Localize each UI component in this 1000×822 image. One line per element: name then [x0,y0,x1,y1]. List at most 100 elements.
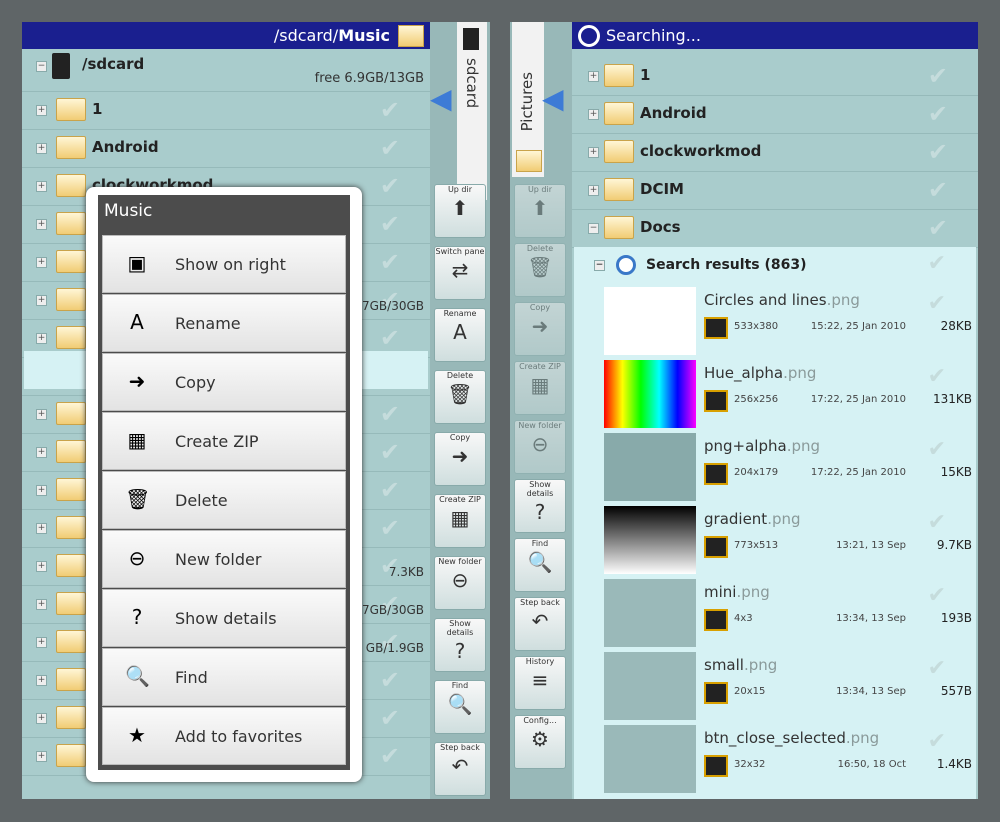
tool-button[interactable]: Up dir ⬆ [514,184,566,238]
expand-icon[interactable]: + [36,675,47,686]
expand-icon[interactable]: + [36,143,47,154]
expand-icon[interactable]: + [36,485,47,496]
check-icon[interactable]: ✔ [380,172,400,200]
result-row[interactable]: png+alpha.png 204x179 17:22, 25 Jan 2010 15… [574,431,976,503]
check-icon[interactable]: ✔ [928,62,948,90]
tool-button[interactable]: Delete 🗑 [514,243,566,297]
expand-icon[interactable]: + [588,185,599,196]
tool-button[interactable]: Create ZIP ▦ [514,361,566,415]
check-icon[interactable]: ✔ [928,364,946,389]
check-icon[interactable]: ✔ [928,251,946,276]
pictures-tab[interactable]: Pictures [512,22,544,177]
expand-icon[interactable]: + [36,181,47,192]
tool-button[interactable]: Delete 🗑 [434,370,486,424]
tool-button[interactable]: Find 🔍 [514,538,566,592]
check-icon[interactable]: ✔ [928,583,946,608]
check-icon[interactable]: ✔ [380,666,400,694]
menu-item[interactable]: ➜ Copy [102,353,346,411]
expand-icon[interactable]: + [36,599,47,610]
tool-button[interactable]: History ≡ [514,656,566,710]
result-row[interactable]: Hue_alpha.png 256x256 17:22, 25 Jan 2010 13… [574,358,976,430]
menu-item[interactable]: 🔍 Find [102,648,346,706]
tree-row[interactable]: +1 ✔ [572,57,978,96]
menu-item[interactable]: A Rename [102,294,346,352]
expand-icon[interactable]: − [588,223,599,234]
result-row[interactable]: gradient.png 773x513 13:21, 13 Sep 9.7KB ✔ [574,504,976,576]
sdcard-tab[interactable]: sdcard [457,22,487,200]
arrow-left-icon[interactable]: ◀ [430,82,452,115]
expand-icon[interactable]: + [36,333,47,344]
tree-row[interactable]: + DCIM ✔ [572,171,978,210]
check-icon[interactable]: ✔ [928,138,948,166]
expand-icon[interactable]: + [36,447,47,458]
check-icon[interactable]: ✔ [928,437,946,462]
tool-button[interactable]: Step back ↶ [434,742,486,796]
tool-button[interactable]: Step back ↶ [514,597,566,651]
check-icon[interactable]: ✔ [380,324,400,352]
tool-button[interactable]: Show details? [434,618,486,672]
search-results-header[interactable]: − Search results (863) ✔ [574,247,976,285]
folder-icon [56,630,86,653]
tool-button[interactable]: Switch pane ⇄ [434,246,486,300]
expand-icon[interactable]: + [588,147,599,158]
menu-item[interactable]: ? Show details [102,589,346,647]
menu-item[interactable]: ▣ Show on right [102,235,346,293]
menu-item[interactable]: ★ Add to favorites [102,707,346,765]
expand-icon[interactable]: + [36,105,47,116]
tool-button[interactable]: Config... ⚙ [514,715,566,769]
tree-row[interactable]: − Docs ✔ [572,209,978,248]
tool-button[interactable]: Copy ➜ [434,432,486,486]
expand-icon[interactable]: + [36,523,47,534]
check-icon[interactable]: ✔ [380,134,400,162]
expand-icon[interactable]: + [588,109,599,120]
check-icon[interactable]: ✔ [380,438,400,466]
check-icon[interactable]: ✔ [928,510,946,535]
tool-button[interactable]: Copy ➜ [514,302,566,356]
tool-button[interactable]: New folder ⊖ [434,556,486,610]
menu-item[interactable]: 🗑 Delete [102,471,346,529]
result-row[interactable]: mini.png 4x3 13:34, 13 Sep 193B ✔ [574,577,976,649]
check-icon[interactable]: ✔ [928,176,948,204]
check-icon[interactable]: ✔ [380,248,400,276]
collapse-icon[interactable]: − [594,260,605,271]
expand-icon[interactable]: + [588,71,599,82]
arrow-left-icon[interactable]: ◀ [542,82,564,115]
menu-item[interactable]: ⊖ New folder [102,530,346,588]
tool-button[interactable]: New folder ⊖ [514,420,566,474]
expand-icon[interactable]: + [36,219,47,230]
tool-button[interactable]: Up dir ⬆ [434,184,486,238]
check-icon[interactable]: ✔ [380,704,400,732]
result-row[interactable]: btn_close_selected.png 32x32 16:50, 18 Oct… [574,723,976,795]
tool-button[interactable]: Show details? [514,479,566,533]
check-icon[interactable]: ✔ [928,100,948,128]
tool-button[interactable]: Rename A [434,308,486,362]
check-icon[interactable]: ✔ [380,96,400,124]
tree-row[interactable]: + clockworkmod ✔ [572,133,978,172]
expand-icon[interactable]: + [36,561,47,572]
expand-icon[interactable]: + [36,295,47,306]
expand-icon[interactable]: + [36,637,47,648]
check-icon[interactable]: ✔ [380,514,400,542]
expand-icon[interactable]: + [36,409,47,420]
check-icon[interactable]: ✔ [928,291,946,316]
root-row[interactable]: − /sdcard free 6.9GB/13GB [22,49,430,92]
check-icon[interactable]: ✔ [928,214,948,242]
tree-row[interactable]: + Android ✔ [572,95,978,134]
tool-button[interactable]: Create ZIP ▦ [434,494,486,548]
check-icon[interactable]: ✔ [380,210,400,238]
result-row[interactable]: Circles and lines.png 533x380 15:22, 25 Ja… [574,285,976,357]
collapse-icon[interactable]: − [36,61,47,72]
tree-row[interactable]: + Android ✔ [22,129,430,168]
check-icon[interactable]: ✔ [380,400,400,428]
expand-icon[interactable]: + [36,713,47,724]
check-icon[interactable]: ✔ [928,729,946,754]
tool-button[interactable]: Find 🔍 [434,680,486,734]
menu-item[interactable]: ▦ Create ZIP [102,412,346,470]
tree-row[interactable]: +1 ✔ [22,91,430,130]
result-row[interactable]: small.png 20x15 13:34, 13 Sep 557B ✔ [574,650,976,722]
check-icon[interactable]: ✔ [380,742,400,770]
expand-icon[interactable]: + [36,257,47,268]
expand-icon[interactable]: + [36,751,47,762]
check-icon[interactable]: ✔ [928,656,946,681]
check-icon[interactable]: ✔ [380,476,400,504]
